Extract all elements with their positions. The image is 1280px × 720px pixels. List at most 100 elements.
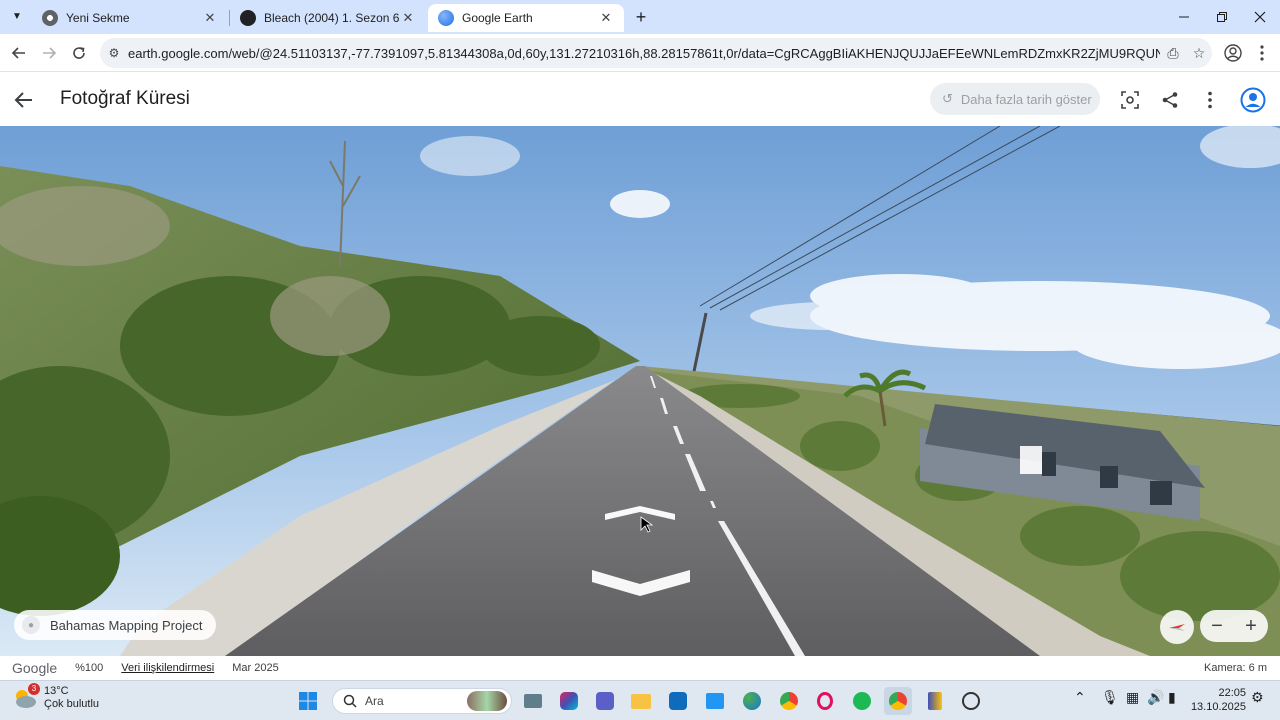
close-window-button[interactable]: [1240, 4, 1280, 30]
panorama-image[interactable]: [0, 126, 1280, 656]
chrome-active-button[interactable]: [884, 687, 912, 715]
clock-date: 13.10.2025: [1190, 701, 1246, 713]
chatgpt-button[interactable]: [957, 687, 985, 715]
install-app-icon[interactable]: ⎙: [1160, 45, 1186, 62]
chrome-button[interactable]: [775, 687, 803, 715]
edge-button[interactable]: [738, 687, 766, 715]
microphone-icon[interactable]: 🎙: [1101, 689, 1119, 706]
profile-icon: [1224, 44, 1242, 62]
profile-button[interactable]: [1222, 42, 1244, 64]
compass-icon: [1169, 624, 1185, 631]
weather-badge: 3: [28, 683, 40, 695]
teams-button[interactable]: [591, 687, 619, 715]
screenshot-button[interactable]: [1116, 86, 1144, 114]
forward-button[interactable]: [36, 40, 62, 66]
spotify-icon: [853, 692, 871, 710]
system-clock[interactable]: 22:05 13.10.2025: [1190, 686, 1246, 714]
speaker-icon[interactable]: 🔊: [1147, 689, 1164, 706]
openai-icon: [962, 692, 980, 710]
weather-widget[interactable]: 3 13°C Çok bulutlu: [12, 683, 100, 711]
street-view-panorama[interactable]: [0, 126, 1280, 656]
more-options-button[interactable]: [1196, 86, 1224, 114]
reload-icon: [73, 47, 85, 59]
minimize-button[interactable]: [1164, 4, 1204, 30]
browser-tabstrip: ▼ Yeni Sekme ✕ Bleach (2004) 1. Sezon 63…: [0, 0, 1280, 34]
tab-title: Yeni Sekme: [66, 11, 130, 25]
clock-time: 22:05: [1218, 687, 1246, 699]
arrow-right-icon: [43, 47, 57, 59]
windows-logo-icon: [299, 692, 317, 710]
weather-condition: Çok bulutlu: [44, 698, 100, 710]
share-icon: [1162, 92, 1178, 108]
url-text[interactable]: earth.google.com/web/@24.51103137,-77.73…: [128, 46, 1160, 61]
file-explorer-button[interactable]: [627, 687, 655, 715]
data-attribution-link[interactable]: Veri ilişkilendirmesi: [121, 662, 214, 674]
app-icon: [928, 692, 942, 710]
zoom-control: − +: [1200, 610, 1268, 642]
chevron-down-icon: ▼: [12, 10, 22, 22]
spotify-button[interactable]: [848, 687, 876, 715]
share-button[interactable]: [1156, 86, 1184, 114]
close-tab-icon[interactable]: ✕: [400, 10, 416, 26]
browser-menu-button[interactable]: [1251, 42, 1273, 64]
attribution-label: Bahamas Mapping Project: [50, 617, 203, 633]
bookmark-star-icon[interactable]: ☆: [1186, 45, 1212, 62]
temperature: 13°C: [44, 685, 69, 697]
tab-title: Bleach (2004) 1. Sezon 63. Bölüm: [264, 11, 400, 25]
close-tab-icon[interactable]: ✕: [202, 10, 218, 26]
compass-button[interactable]: [1160, 610, 1194, 644]
notifications-icon[interactable]: ⚙: [1251, 689, 1264, 706]
tab-new-tab[interactable]: Yeni Sekme ✕: [32, 4, 228, 32]
task-view-icon: [524, 694, 542, 708]
browser-toolbar: ⚙ earth.google.com/web/@24.51103137,-77.…: [0, 34, 1280, 72]
close-icon: [1254, 11, 1266, 23]
search-icon: [343, 694, 357, 708]
more-dates-button[interactable]: ↺ Daha fazla tarih göster: [930, 83, 1100, 115]
new-tab-button[interactable]: +: [630, 6, 652, 28]
outlook-button[interactable]: [664, 687, 692, 715]
opera-icon: [817, 692, 833, 710]
copilot-icon: [560, 692, 578, 710]
kebab-menu-icon: [1260, 45, 1264, 61]
earth-favicon-icon: [438, 10, 454, 26]
account-button[interactable]: [1239, 86, 1267, 114]
site-favicon-icon: [240, 10, 256, 26]
tab-title: Google Earth: [462, 11, 533, 25]
history-icon: ↺: [942, 91, 953, 106]
photo-attribution[interactable]: ● Bahamas Mapping Project: [14, 610, 217, 640]
teams-icon: [596, 692, 614, 710]
task-view-button[interactable]: [519, 687, 547, 715]
tab-google-earth[interactable]: Google Earth ✕: [428, 4, 624, 32]
chrome-favicon-icon: [42, 10, 58, 26]
address-bar[interactable]: ⚙ earth.google.com/web/@24.51103137,-77.…: [100, 38, 1212, 68]
camera-altitude: Kamera: 6 m: [1204, 662, 1267, 674]
close-tab-icon[interactable]: ✕: [598, 10, 614, 26]
app-button[interactable]: [921, 687, 949, 715]
zoom-in-button[interactable]: +: [1245, 615, 1257, 638]
site-info-icon[interactable]: ⚙: [100, 46, 128, 60]
exit-photosphere-button[interactable]: [10, 86, 38, 114]
search-highlight-image: [467, 691, 507, 711]
tab-bleach[interactable]: Bleach (2004) 1. Sezon 63. Bölüm ✕: [230, 4, 426, 32]
reload-button[interactable]: [66, 40, 92, 66]
minimize-icon: [1179, 16, 1189, 18]
chrome-icon: [889, 692, 907, 710]
tab-search-button[interactable]: ▼: [6, 5, 28, 27]
opera-button[interactable]: [811, 687, 839, 715]
battery-icon[interactable]: ▮: [1168, 689, 1176, 706]
maximize-button[interactable]: [1202, 4, 1242, 30]
taskbar-search[interactable]: Ara: [332, 688, 512, 714]
network-icon[interactable]: ▦: [1126, 689, 1139, 706]
chrome-icon: [780, 692, 798, 710]
zoom-out-button[interactable]: −: [1211, 615, 1223, 638]
arrow-left-icon: [14, 92, 32, 108]
google-logo: Google: [12, 660, 58, 676]
show-hidden-icons-button[interactable]: ⌃: [1074, 689, 1086, 706]
back-button[interactable]: [6, 40, 32, 66]
start-button[interactable]: [294, 687, 322, 715]
copilot-button[interactable]: [555, 687, 583, 715]
search-label: Ara: [365, 694, 384, 708]
store-button[interactable]: [701, 687, 729, 715]
zoom-level: %100: [75, 662, 104, 674]
outlook-icon: [669, 692, 687, 710]
